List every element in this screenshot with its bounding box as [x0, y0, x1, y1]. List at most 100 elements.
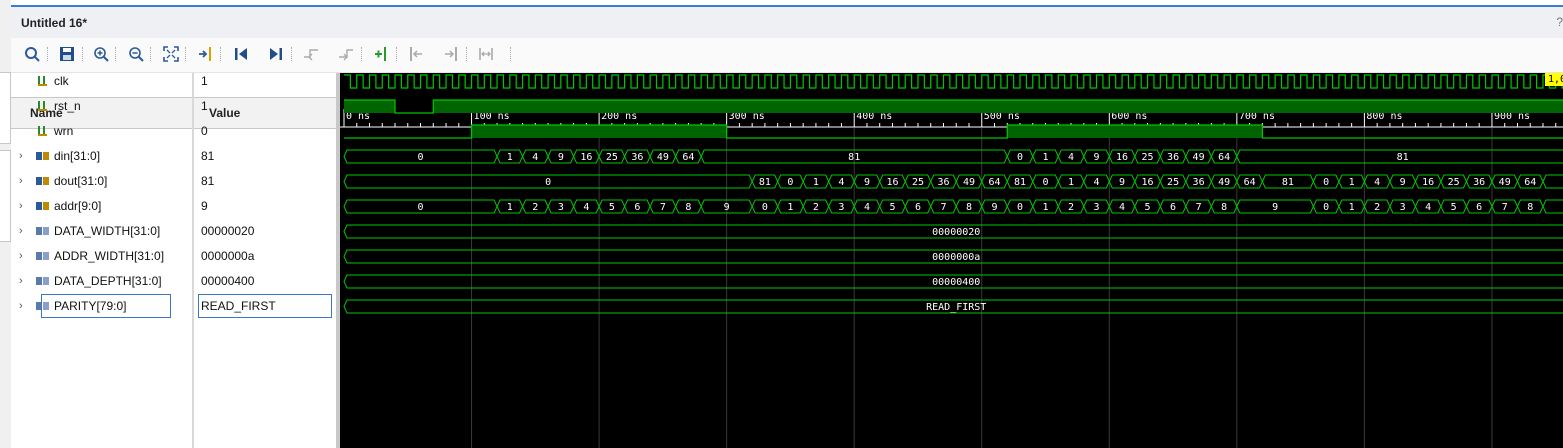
zoom-fit-icon[interactable]: [161, 44, 181, 64]
signal-value: 1: [201, 73, 208, 88]
din-bus-value: 1: [1043, 152, 1049, 163]
signal-value: 81: [201, 173, 215, 188]
toolbar-separator: [396, 47, 398, 61]
clk-waveform: [344, 74, 1563, 89]
signal-row-dout[interactable]: › dout[31:0]: [11, 168, 192, 193]
collapsed-panel-tab-2[interactable]: [0, 150, 11, 242]
dout-bus-value: 1: [813, 177, 819, 188]
toolbar-separator: [185, 47, 187, 61]
rst_n-high-fill: [433, 100, 1563, 113]
addr-bus-value: 8: [685, 202, 691, 213]
dout-bus-value: 25: [1167, 177, 1179, 188]
go-to-cursor-icon[interactable]: [196, 44, 216, 64]
din-bus-value: 81: [1397, 152, 1409, 163]
signal-row-addr[interactable]: › addr[9:0]: [11, 193, 192, 218]
expand-chevron-icon[interactable]: ›: [19, 225, 23, 237]
swap-cursors-icon[interactable]: [476, 44, 496, 64]
signal-value: 0: [201, 123, 208, 138]
addr-bus-segment: [1542, 199, 1563, 214]
zoom-out-icon[interactable]: [126, 44, 146, 64]
waveform-svg[interactable]: 0 ns 100 ns 200 ns 300 ns 400 ns 500 ns 600 ns…: [340, 73, 1563, 448]
dout-bus-value: 0: [1043, 177, 1049, 188]
addr-bus-value: 4: [583, 202, 589, 213]
dout-bus-value: 64: [1524, 177, 1536, 188]
bit-signal-icon: [36, 125, 49, 137]
next-marker-icon[interactable]: [441, 44, 461, 64]
din-bus-value: 4: [532, 152, 538, 163]
addr-bus-value: 0: [418, 202, 424, 213]
bit-signal-icon: [36, 100, 49, 112]
dout-bus-segment: [1542, 174, 1563, 189]
bus-signal-icon: [36, 175, 49, 187]
save-icon[interactable]: [57, 44, 77, 64]
signal-row-din[interactable]: › din[31:0]: [11, 143, 192, 168]
dout-bus-value: 0: [545, 177, 551, 188]
help-icon[interactable]: ?: [1556, 15, 1563, 29]
signal-name: DATA_DEPTH[31:0]: [54, 273, 162, 288]
addr-bus-value: 4: [1425, 202, 1431, 213]
go-to-last-time-icon[interactable]: [266, 44, 286, 64]
signal-row-wrn[interactable]: wrn: [11, 118, 192, 143]
waveform-canvas[interactable]: 0 ns 100 ns 200 ns 300 ns 400 ns 500 ns 600 ns…: [340, 73, 1563, 448]
signal-row-data_depth[interactable]: › DATA_DEPTH[31:0]: [11, 268, 192, 293]
expand-chevron-icon[interactable]: ›: [19, 150, 23, 162]
addr-bus-value: 8: [1527, 202, 1533, 213]
dout-bus-value: 25: [912, 177, 924, 188]
add-marker-icon[interactable]: [371, 44, 391, 64]
toolbar-separator: [510, 47, 512, 61]
left-edge-panel: [0, 0, 11, 448]
addr-bus-value: 7: [1196, 202, 1202, 213]
signal-value-pane: Value 1 1 0 81 81 9 00000020 0000000a 00000400 RE…: [194, 73, 336, 448]
dout-bus-value: 36: [1193, 177, 1205, 188]
addr-bus-value: 5: [1145, 202, 1151, 213]
dout-bus-value: 49: [1218, 177, 1230, 188]
waveform-title-bar: Untitled 16* ?: [11, 5, 1563, 38]
expand-chevron-icon[interactable]: ›: [19, 300, 23, 312]
signal-row-addr_width[interactable]: › ADDR_WIDTH[31:0]: [11, 243, 192, 268]
DATA_WIDTH-bus-value: 00000020: [932, 227, 980, 238]
din-bus-value: 0: [418, 152, 424, 163]
search-icon[interactable]: [22, 44, 42, 64]
expand-chevron-icon[interactable]: ›: [19, 175, 23, 187]
signal-row-rst_n[interactable]: rst_n: [11, 93, 192, 118]
din-bus-value: 9: [558, 152, 564, 163]
din-bus-value: 0: [1017, 152, 1023, 163]
signal-name: addr[9:0]: [54, 198, 102, 213]
expand-chevron-icon[interactable]: ›: [19, 275, 23, 287]
zoom-in-icon[interactable]: [91, 44, 111, 64]
bus-signal-icon: [36, 200, 49, 212]
addr-bus-value: 0: [1017, 202, 1023, 213]
dout-bus-value: 16: [886, 177, 898, 188]
toolbar-separator: [47, 47, 49, 61]
selected-value-cell[interactable]: [198, 294, 332, 318]
addr-bus-value: 7: [660, 202, 666, 213]
selected-name-cell[interactable]: [41, 294, 171, 318]
addr-bus-value: 2: [1374, 202, 1380, 213]
bus-signal-icon: [36, 150, 49, 162]
signal-name: dout[31:0]: [54, 173, 108, 188]
dout-bus-value: 9: [1119, 177, 1125, 188]
previous-marker-icon[interactable]: [406, 44, 426, 64]
addr-bus-value: 5: [609, 202, 615, 213]
expand-chevron-icon[interactable]: ›: [19, 200, 23, 212]
signal-value: 1: [201, 98, 208, 113]
signal-row-clk[interactable]: clk: [11, 68, 192, 93]
signal-row-data_width[interactable]: › DATA_WIDTH[31:0]: [11, 218, 192, 243]
dout-bus-value: 36: [1473, 177, 1485, 188]
collapsed-panel-tab-1[interactable]: [0, 72, 11, 144]
din-bus-value: 49: [657, 152, 669, 163]
expand-chevron-icon[interactable]: ›: [19, 250, 23, 262]
next-transition-icon[interactable]: [336, 44, 356, 64]
addr-bus-value: 9: [724, 202, 730, 213]
toolbar-separator: [150, 47, 152, 61]
addr-bus-value: 8: [966, 202, 972, 213]
previous-transition-icon[interactable]: [301, 44, 321, 64]
dout-bus-value: 4: [1094, 177, 1100, 188]
go-to-time-zero-icon[interactable]: [231, 44, 251, 64]
ADDR_WIDTH-bus-value: 0000000a: [932, 252, 980, 263]
signal-value: 00000400: [201, 273, 255, 288]
signal-name: wrn: [54, 123, 74, 138]
addr-bus-value: 4: [1119, 202, 1125, 213]
dout-bus-value: 16: [1142, 177, 1154, 188]
addr-bus-value: 4: [864, 202, 870, 213]
